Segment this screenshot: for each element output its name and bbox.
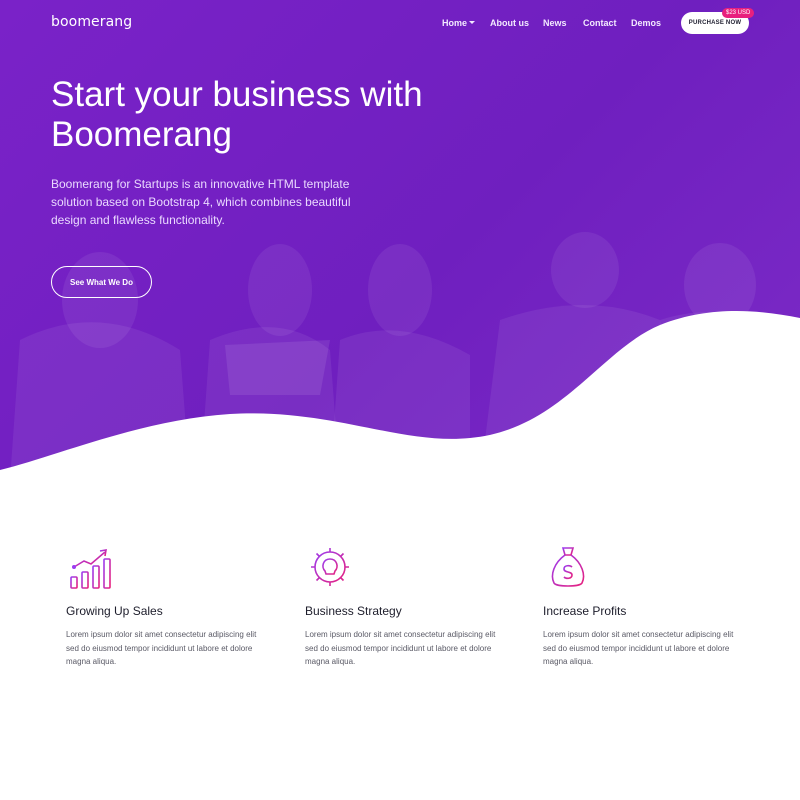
hero-wave — [0, 310, 800, 480]
nav-item-news[interactable]: News — [543, 18, 567, 28]
nav-item-label: Home — [442, 18, 468, 28]
feature-title: Increase Profits — [543, 604, 627, 618]
hero-description: Boomerang for Startups is an innovative … — [51, 177, 351, 227]
price-badge: $23 USD — [722, 8, 755, 18]
feature-title: Business Strategy — [305, 604, 402, 618]
hero-title: Start your business with Boomerang — [51, 75, 423, 154]
growth-chart-icon — [70, 549, 111, 589]
feature-title: Growing Up Sales — [66, 604, 163, 618]
nav-item-demos[interactable]: Demos — [631, 18, 661, 28]
top-navbar: boomerang Home About us News Contact Dem… — [0, 0, 800, 48]
money-bag-icon — [551, 547, 585, 587]
see-what-we-do-button[interactable]: See What We Do — [51, 266, 152, 298]
nav-item-contact[interactable]: Contact — [583, 18, 617, 28]
chevron-down-icon — [469, 21, 476, 24]
lightbulb-gear-icon — [311, 548, 349, 586]
feature-text: Lorem ipsum dolor sit amet consectetur a… — [543, 630, 734, 666]
nav-menu: Home About us News Contact Demos — [0, 18, 800, 32]
hero-section: boomerang Home About us News Contact Dem… — [0, 0, 800, 480]
feature-text: Lorem ipsum dolor sit amet consectetur a… — [66, 630, 257, 666]
feature-text: Lorem ipsum dolor sit amet consectetur a… — [305, 630, 496, 666]
nav-item-home[interactable]: Home — [442, 18, 476, 28]
nav-item-about[interactable]: About us — [490, 18, 529, 28]
